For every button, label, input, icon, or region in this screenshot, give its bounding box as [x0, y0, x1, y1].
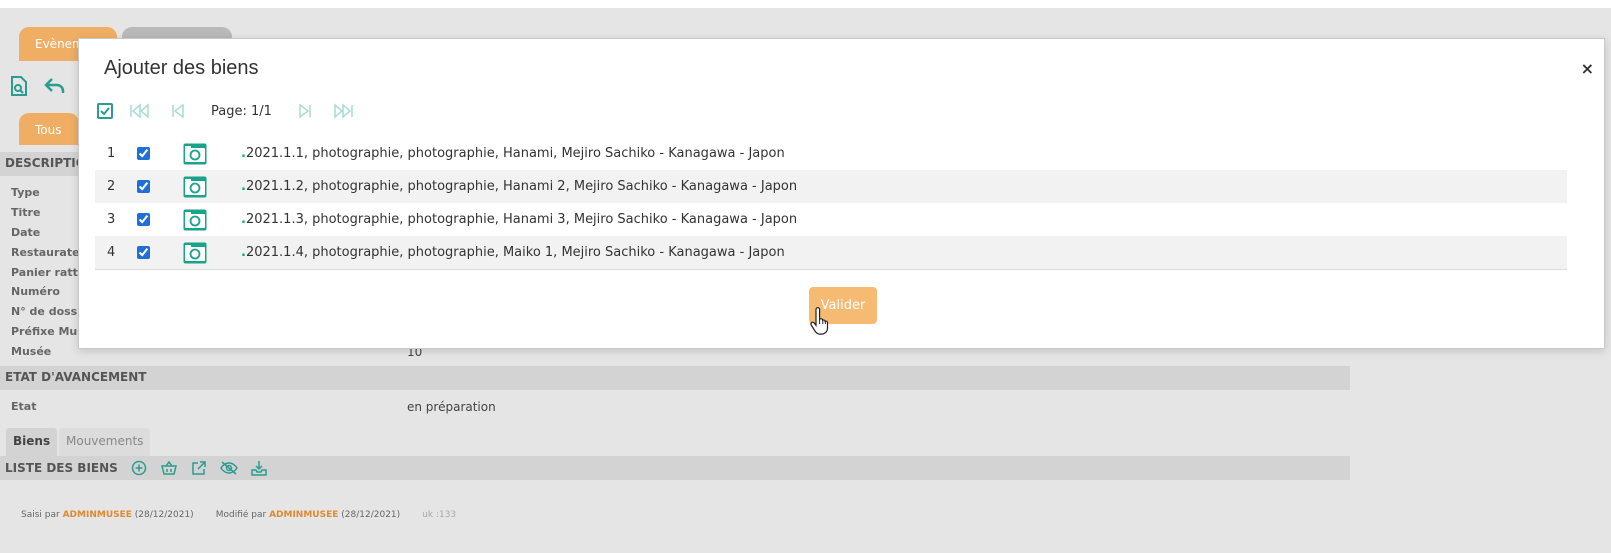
row-checkbox[interactable] — [137, 180, 150, 193]
undo-icon[interactable] — [42, 73, 68, 99]
field-label-titre: Titre — [11, 206, 41, 219]
page-indicator: Page: 1/1 — [211, 103, 272, 119]
row-number: 3 — [107, 212, 116, 227]
hand-cursor-icon — [809, 307, 831, 338]
select-all-checkbox-icon[interactable] — [95, 101, 115, 121]
camera-icon — [183, 209, 241, 231]
add-circle-icon[interactable] — [130, 459, 148, 477]
list-item: 2 .2021.1.2, photographie, photographie,… — [95, 170, 1567, 203]
row-number: 4 — [107, 245, 116, 260]
toolbar — [6, 73, 68, 99]
field-label-type: Type — [11, 186, 40, 199]
eye-off-icon[interactable] — [219, 459, 238, 477]
liste-biens-title: LISTE DES BIENS — [5, 460, 118, 475]
field-value-etat: en préparation — [407, 400, 496, 414]
field-label-numero: Numéro — [11, 285, 60, 298]
saisi-user[interactable]: ADMINMUSEE — [63, 510, 132, 520]
search-document-icon[interactable] — [6, 73, 32, 99]
tab-mouvements[interactable]: Mouvements — [59, 428, 151, 456]
camera-icon — [183, 176, 241, 198]
last-page-icon[interactable] — [330, 101, 356, 121]
close-icon[interactable]: × — [1581, 59, 1594, 78]
previous-page-icon[interactable] — [165, 101, 191, 121]
download-tray-icon[interactable] — [250, 459, 268, 477]
next-page-icon[interactable] — [292, 101, 318, 121]
row-description[interactable]: .2021.1.4, photographie, photographie, M… — [241, 245, 785, 260]
external-link-icon[interactable] — [190, 459, 208, 477]
section-liste-biens: LISTE DES BIENS — [0, 456, 1350, 480]
row-checkbox[interactable] — [137, 246, 150, 259]
audit-footer: Saisi par ADMINMUSEE (28/12/2021) Modifi… — [21, 510, 456, 520]
field-label-dossier: N° de dossie — [11, 305, 89, 318]
row-description[interactable]: .2021.1.2, photographie, photographie, H… — [241, 179, 797, 194]
row-description[interactable]: .2021.1.3, photographie, photographie, H… — [241, 212, 797, 227]
field-label-musee: Musée — [11, 345, 52, 358]
tab-biens[interactable]: Biens — [6, 428, 58, 456]
row-checkbox[interactable] — [137, 147, 150, 160]
field-label-etat: Etat — [11, 400, 37, 413]
basket-icon[interactable] — [160, 459, 178, 477]
tab-tous[interactable]: Tous — [19, 113, 79, 145]
list-item: 4 .2021.1.4, photographie, photographie,… — [95, 236, 1567, 269]
field-label-date: Date — [11, 226, 41, 239]
uk-id: uk :133 — [422, 510, 457, 520]
list-item: 3 .2021.1.3, photographie, photographie,… — [95, 203, 1567, 236]
section-etat: ETAT D'AVANCEMENT — [0, 366, 1350, 390]
camera-icon — [183, 242, 241, 264]
add-items-modal: Ajouter des biens × Page: 1/1 1 .2021.1.… — [78, 38, 1605, 349]
pager: Page: 1/1 — [95, 101, 356, 121]
row-description[interactable]: .2021.1.1, photographie, photographie, H… — [241, 146, 785, 161]
saisi-info: Saisi par ADMINMUSEE (28/12/2021) — [21, 510, 194, 520]
list-item: 1 .2021.1.1, photographie, photographie,… — [95, 137, 1567, 170]
modal-title: Ajouter des biens — [104, 57, 259, 79]
row-checkbox[interactable] — [137, 213, 150, 226]
row-number: 1 — [107, 146, 116, 161]
modifie-info: Modifié par ADMINMUSEE (28/12/2021) — [215, 510, 401, 520]
first-page-icon[interactable] — [127, 101, 153, 121]
items-list: 1 .2021.1.1, photographie, photographie,… — [95, 137, 1567, 270]
row-number: 2 — [107, 179, 116, 194]
modifie-user[interactable]: ADMINMUSEE — [269, 510, 338, 520]
top-bar — [0, 0, 1611, 8]
camera-icon — [183, 143, 241, 165]
